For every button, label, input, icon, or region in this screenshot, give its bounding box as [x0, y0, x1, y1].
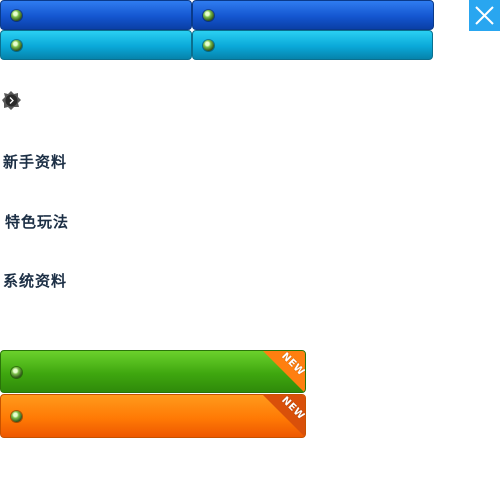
cyan-button-right[interactable]: [192, 30, 433, 60]
blue-button-right[interactable]: [192, 0, 434, 30]
gem-icon: [11, 10, 22, 21]
section-heading-beginner[interactable]: 新手资料: [3, 151, 67, 172]
close-icon: [475, 6, 494, 25]
close-button[interactable]: [469, 0, 500, 31]
orange-button[interactable]: NEW: [0, 394, 306, 438]
gem-icon: [203, 40, 214, 51]
blue-button-left[interactable]: [0, 0, 192, 30]
green-button[interactable]: NEW: [0, 350, 306, 393]
gem-icon: [203, 10, 214, 21]
expand-toggle-button[interactable]: [1, 90, 22, 111]
gem-icon: [11, 367, 22, 378]
section-heading-features[interactable]: 特色玩法: [5, 211, 69, 232]
section-heading-system[interactable]: 系统资料: [3, 270, 67, 291]
gem-icon: [11, 40, 22, 51]
chevron-right-icon: [2, 91, 21, 110]
gem-icon: [11, 411, 22, 422]
cyan-button-left[interactable]: [0, 30, 192, 60]
